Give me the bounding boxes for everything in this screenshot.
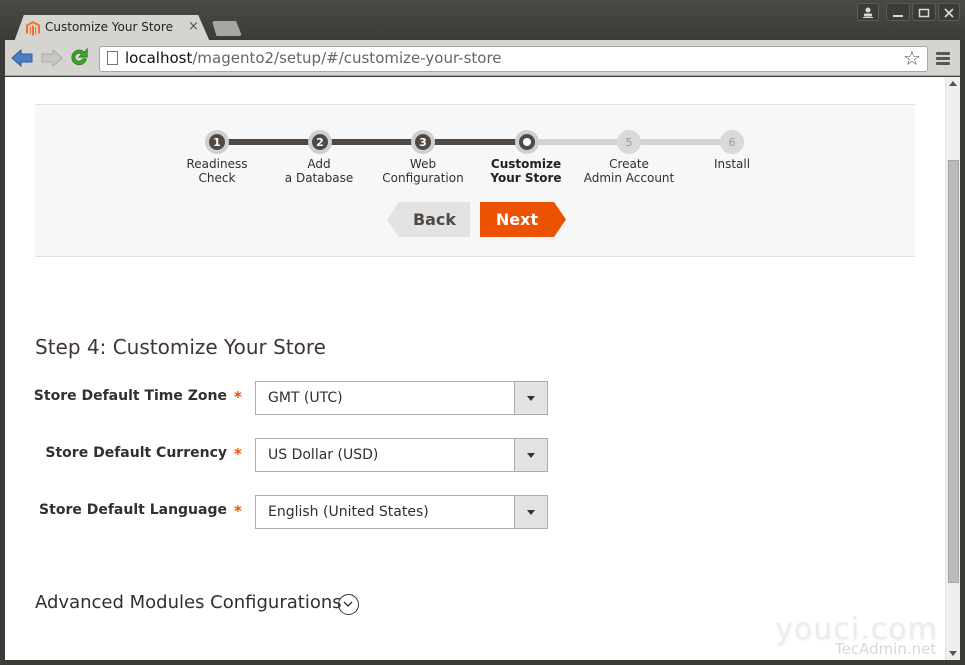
browser-window: Customize Your Store × localhost/magento… [0, 0, 965, 665]
back-button[interactable]: Back [387, 202, 470, 237]
hamburger-menu-icon[interactable] [936, 52, 950, 67]
scroll-up-arrow-icon[interactable] [949, 81, 957, 86]
dropdown-button[interactable] [514, 496, 547, 528]
page-title: Step 4: Customize Your Store [35, 335, 326, 359]
language-value: English (United States) [268, 504, 429, 520]
maximize-button[interactable] [912, 3, 936, 21]
required-mark: * [234, 502, 242, 520]
tab-title: Customize Your Store [45, 20, 173, 34]
time-zone-label: Store Default Time Zone [33, 388, 227, 404]
progress-completed-line [217, 139, 527, 145]
maximize-icon [918, 8, 930, 18]
page-viewport: 1 2 3 5 6 Readiness Check Add a Database W… [5, 77, 960, 660]
url-host: localhost [125, 49, 193, 67]
currency-label: Store Default Currency [45, 445, 227, 461]
minimize-button[interactable] [886, 3, 910, 21]
url-text[interactable]: localhost/magento2/setup/#/customize-you… [125, 49, 502, 67]
step-5-label: Create Admin Account [583, 157, 675, 185]
currency-value: US Dollar (USD) [268, 447, 379, 463]
next-button[interactable]: Next [480, 202, 566, 237]
url-path: /magento2/setup/#/customize-your-store [192, 49, 502, 67]
step-4-dot-active [515, 130, 539, 154]
step-4-label: Customize Your Store [490, 157, 562, 185]
bookmark-star-icon[interactable]: ☆ [903, 46, 921, 70]
tab-close-icon[interactable]: × [188, 19, 199, 34]
expand-toggle-button[interactable] [338, 594, 359, 615]
step-3-dot: 3 [411, 130, 435, 154]
magento-logo-icon [26, 21, 40, 36]
language-label: Store Default Language [39, 502, 227, 518]
step-6-label: Install [713, 157, 751, 171]
step-1-dot: 1 [205, 130, 229, 154]
currency-select[interactable]: US Dollar (USD) [255, 438, 548, 472]
back-arrow-icon[interactable] [11, 48, 33, 68]
person-icon [863, 7, 873, 18]
scrollbar-thumb[interactable] [948, 160, 959, 583]
caret-down-icon [527, 396, 535, 401]
required-mark: * [234, 388, 242, 406]
required-mark: * [234, 445, 242, 463]
watermark-tecadmin: TecAdmin.net [835, 640, 937, 658]
chevron-down-icon [343, 601, 353, 607]
caret-down-icon [527, 453, 535, 458]
vertical-scrollbar[interactable] [945, 77, 960, 660]
step-3-label: Web Configuration [382, 157, 464, 185]
close-window-button[interactable] [938, 3, 960, 21]
language-select[interactable]: English (United States) [255, 495, 548, 529]
reload-icon[interactable] [68, 47, 90, 67]
page-icon [107, 51, 118, 65]
advanced-modules-heading[interactable]: Advanced Modules Configurations [35, 592, 342, 613]
scroll-down-arrow-icon[interactable] [949, 651, 957, 656]
time-zone-select[interactable]: GMT (UTC) [255, 381, 548, 415]
step-2-label: Add a Database [284, 157, 354, 185]
dropdown-button[interactable] [514, 382, 547, 414]
caret-down-icon [527, 510, 535, 515]
close-icon [944, 8, 954, 18]
profile-button[interactable] [857, 3, 879, 21]
step-6-dot: 6 [720, 130, 744, 154]
time-zone-value: GMT (UTC) [268, 390, 343, 406]
wizard-navigation: 1 2 3 5 6 Readiness Check Add a Database W… [35, 104, 915, 257]
step-5-dot: 5 [617, 130, 641, 154]
forward-arrow-icon[interactable] [41, 48, 63, 68]
step-2-dot: 2 [308, 130, 332, 154]
minimize-icon [893, 15, 903, 17]
dropdown-button[interactable] [514, 439, 547, 471]
